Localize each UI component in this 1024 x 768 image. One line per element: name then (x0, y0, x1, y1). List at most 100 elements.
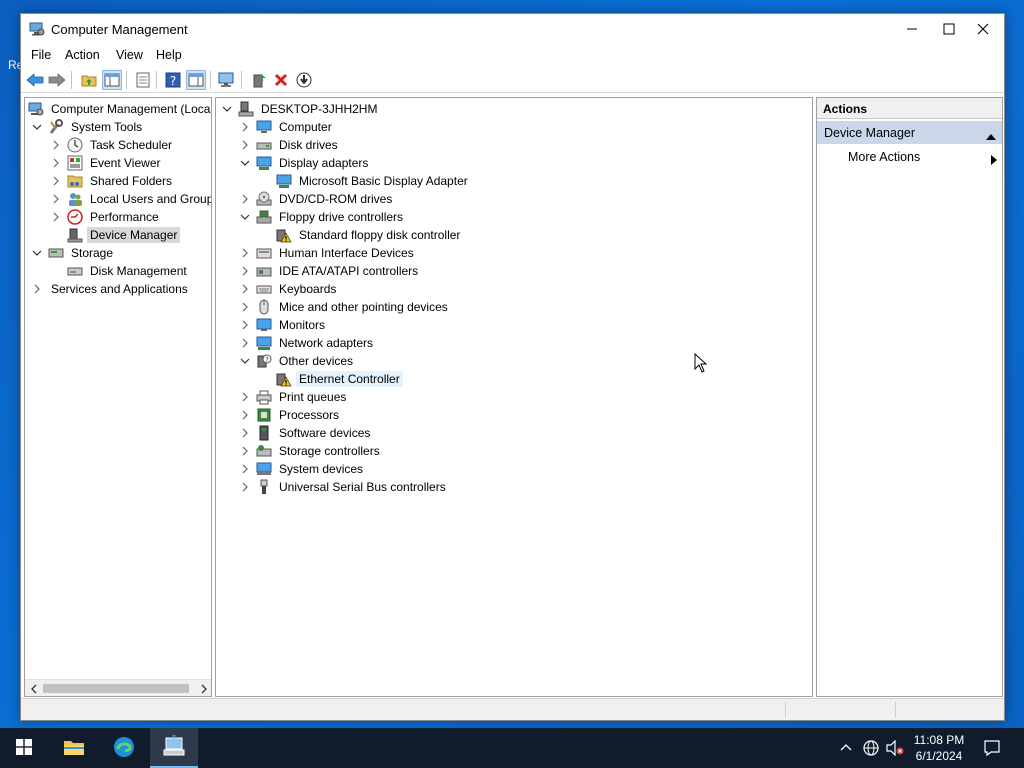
show-hide-console-tree-icon[interactable] (102, 70, 122, 90)
chevron-right-icon[interactable] (49, 210, 63, 224)
actions-header: Actions (817, 98, 1002, 119)
category-ide-ata-atapi[interactable]: IDE ATA/ATAPI controllers (238, 262, 421, 280)
properties-icon[interactable] (133, 70, 153, 90)
taskbar-edge[interactable] (100, 728, 148, 768)
scan-hardware-icon[interactable] (217, 70, 237, 90)
tree-item-shared-folders[interactable]: Shared Folders (49, 172, 175, 190)
tree-item-task-scheduler[interactable]: Task Scheduler (49, 136, 175, 154)
chevron-right-icon[interactable] (238, 138, 252, 152)
category-disk-drives[interactable]: Disk drives (238, 136, 341, 154)
horizontal-scrollbar[interactable] (25, 679, 211, 696)
device-tree-root[interactable]: DESKTOP-3JHH2HM (220, 100, 380, 118)
category-system-devices[interactable]: System devices (238, 460, 366, 478)
network-globe-icon[interactable] (862, 739, 880, 760)
chevron-right-icon[interactable] (238, 444, 252, 458)
show-action-pane-icon[interactable] (186, 70, 206, 90)
category-network-adapters[interactable]: Network adapters (238, 334, 376, 352)
category-monitors[interactable]: Monitors (238, 316, 328, 334)
scroll-right-icon[interactable] (200, 683, 208, 696)
chevron-right-icon[interactable] (238, 480, 252, 494)
menu-view[interactable]: View (116, 48, 143, 62)
tree-item-disk-management[interactable]: Disk Management (67, 262, 190, 280)
chevron-right-icon[interactable] (238, 300, 252, 314)
chevron-right-icon[interactable] (238, 336, 252, 350)
menu-help[interactable]: Help (156, 48, 182, 62)
show-hidden-icons-chevron-icon[interactable] (840, 740, 852, 754)
category-other-devices[interactable]: ? Other devices (238, 352, 356, 370)
chevron-right-icon[interactable] (49, 192, 63, 206)
chevron-right-icon[interactable] (238, 282, 252, 296)
category-mice[interactable]: Mice and other pointing devices (238, 298, 451, 316)
menu-file[interactable]: File (31, 48, 51, 62)
device-standard-floppy-controller[interactable]: Standard floppy disk controller (258, 226, 463, 244)
category-floppy-controllers[interactable]: Floppy drive controllers (238, 208, 406, 226)
chevron-right-icon[interactable] (238, 246, 252, 260)
maximize-button[interactable] (935, 14, 963, 44)
collapse-triangle-icon[interactable] (986, 129, 996, 143)
back-arrow-icon[interactable] (25, 70, 45, 90)
help-icon[interactable]: ? (163, 70, 183, 90)
title-bar[interactable]: Computer Management (21, 14, 1004, 44)
forward-arrow-icon[interactable] (47, 70, 67, 90)
chevron-right-icon[interactable] (238, 408, 252, 422)
update-driver-icon[interactable] (249, 70, 269, 90)
uninstall-device-icon[interactable] (271, 70, 291, 90)
actions-section-device-manager[interactable]: Device Manager (817, 121, 1002, 144)
taskbar-computer-management[interactable] (150, 728, 198, 768)
chevron-down-icon[interactable] (238, 210, 252, 224)
tree-item-event-viewer[interactable]: Event Viewer (49, 154, 163, 172)
taskbar-file-explorer[interactable] (50, 728, 98, 768)
scroll-left-icon[interactable] (30, 683, 38, 696)
category-storage-controllers[interactable]: Storage controllers (238, 442, 383, 460)
volume-muted-icon[interactable] (886, 739, 904, 759)
close-button[interactable] (965, 14, 1001, 44)
scrollbar-thumb[interactable] (43, 684, 189, 693)
chevron-right-icon[interactable] (238, 264, 252, 278)
chevron-right-icon[interactable] (238, 318, 252, 332)
disable-device-icon[interactable] (294, 70, 314, 90)
chevron-right-icon[interactable] (49, 138, 63, 152)
category-usb-controllers[interactable]: Universal Serial Bus controllers (238, 478, 449, 496)
chevron-down-icon[interactable] (30, 246, 44, 260)
tree-item-local-users[interactable]: Local Users and Groups (49, 190, 211, 208)
tree-item-system-tools[interactable]: System Tools (30, 118, 145, 136)
category-software-devices[interactable]: Software devices (238, 424, 373, 442)
submenu-arrow-icon[interactable] (991, 154, 997, 168)
tree-item-label: Computer Management (Local (51, 102, 212, 116)
device-ethernet-controller[interactable]: Ethernet Controller (258, 370, 403, 388)
tree-item-performance[interactable]: Performance (49, 208, 162, 226)
category-display-adapters[interactable]: Display adapters (238, 154, 371, 172)
chevron-right-icon[interactable] (30, 282, 44, 296)
category-computer[interactable]: Computer (238, 118, 335, 136)
menu-action[interactable]: Action (65, 48, 100, 62)
category-processors[interactable]: Processors (238, 406, 342, 424)
tree-item-device-manager[interactable]: Device Manager (67, 226, 181, 244)
console-tree-pane[interactable]: Computer Management (Local System Tools … (24, 97, 212, 697)
device-basic-display-adapter[interactable]: Microsoft Basic Display Adapter (258, 172, 471, 190)
more-actions-item[interactable]: More Actions (848, 150, 920, 164)
minimize-button[interactable] (889, 14, 935, 44)
tree-item-storage[interactable]: Storage (30, 244, 116, 262)
chevron-down-icon[interactable] (220, 102, 234, 116)
category-keyboards[interactable]: Keyboards (238, 280, 339, 298)
chevron-down-icon[interactable] (238, 354, 252, 368)
chevron-down-icon[interactable] (238, 156, 252, 170)
chevron-right-icon[interactable] (49, 156, 63, 170)
category-print-queues[interactable]: Print queues (238, 388, 349, 406)
category-human-interface-devices[interactable]: Human Interface Devices (238, 244, 417, 262)
chevron-right-icon[interactable] (238, 192, 252, 206)
clock[interactable]: 11:08 PM 6/1/2024 (904, 732, 974, 764)
chevron-right-icon[interactable] (238, 390, 252, 404)
chevron-down-icon[interactable] (30, 120, 44, 134)
chevron-right-icon[interactable] (238, 426, 252, 440)
tree-item-services-applications[interactable]: Services and Applications (30, 280, 191, 298)
up-folder-icon[interactable] (79, 70, 99, 90)
chevron-right-icon[interactable] (238, 120, 252, 134)
chevron-right-icon[interactable] (238, 462, 252, 476)
chevron-right-icon[interactable] (49, 174, 63, 188)
tree-item-computer-management[interactable]: Computer Management (Local (28, 100, 212, 118)
notification-center-icon[interactable] (983, 739, 1001, 760)
category-dvd-cd-rom[interactable]: DVD/CD-ROM drives (238, 190, 395, 208)
device-tree-pane[interactable]: DESKTOP-3JHH2HM Computer Disk drives Displa… (215, 97, 813, 697)
start-button[interactable] (0, 728, 48, 768)
